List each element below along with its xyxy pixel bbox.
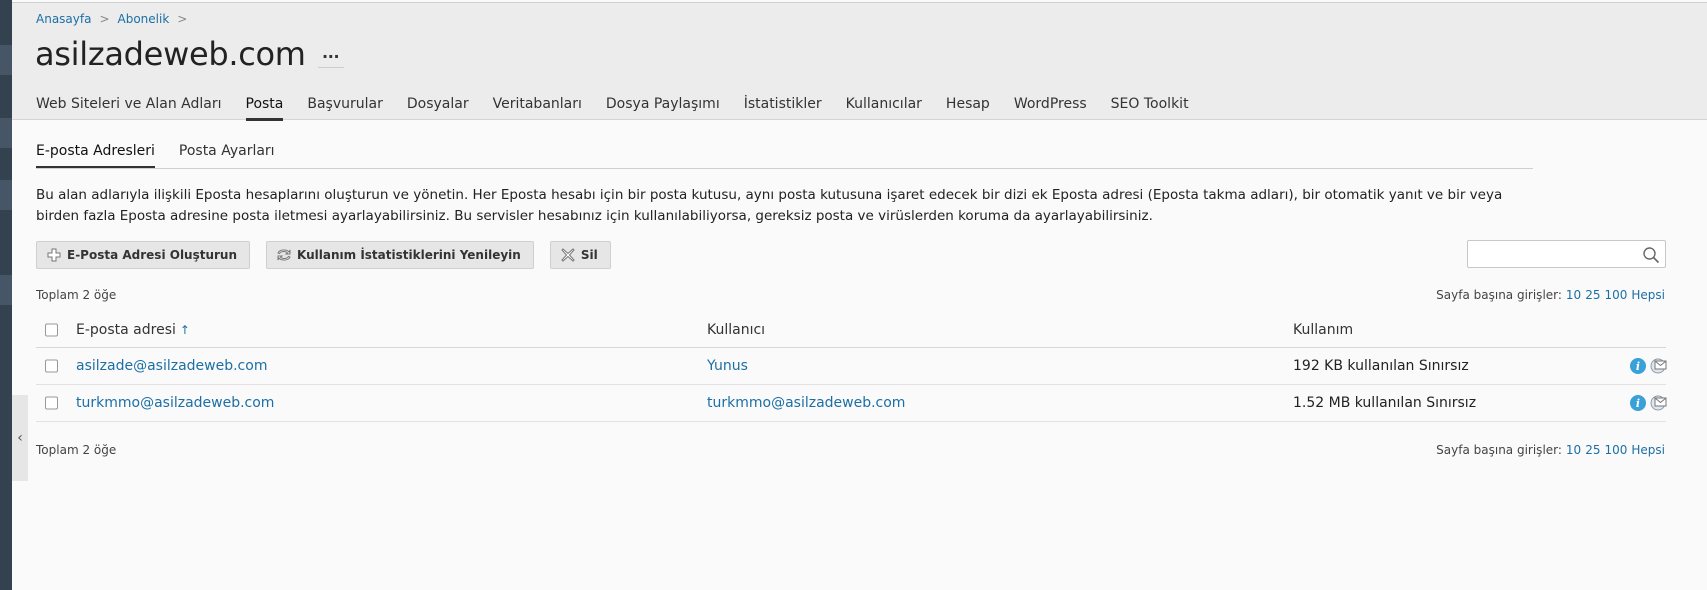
per-page-25[interactable]: 25 <box>1585 288 1600 302</box>
chevron-right-icon: > <box>99 12 110 26</box>
per-page-bottom: Sayfa başına girişler: 10 25 100 Hepsi <box>1436 443 1665 457</box>
rail-band <box>0 118 12 148</box>
left-rail <box>0 0 12 590</box>
per-page-label: Sayfa başına girişler: <box>1436 288 1562 302</box>
refresh-usage-button[interactable]: Kullanım İstatistiklerini Yenileyin <box>266 241 534 269</box>
table-header: E-posta adresi ↑ Kullanıcı Kullanım <box>36 313 1666 348</box>
page-title-text: asilzadeweb.com <box>35 35 306 73</box>
user-link[interactable]: turkmmo@asilzadeweb.com <box>707 395 905 411</box>
email-link[interactable]: turkmmo@asilzadeweb.com <box>76 395 274 411</box>
tab-mail[interactable]: Posta <box>245 96 284 121</box>
delete-x-icon <box>560 247 576 263</box>
total-items-top: Toplam 2 öğe <box>36 288 117 302</box>
tab-websites-domains[interactable]: Web Siteleri ve Alan Adları <box>36 96 222 121</box>
breadcrumb: Anasayfa > Abonelik > <box>36 12 187 26</box>
per-page-all[interactable]: Hepsi <box>1631 443 1665 457</box>
table-row: turkmmo@asilzadeweb.com turkmmo@asilzade… <box>36 385 1668 422</box>
info-icon[interactable]: i <box>1630 395 1646 411</box>
column-email[interactable]: E-posta adresi ↑ <box>76 322 190 338</box>
rail-band <box>0 180 12 210</box>
tab-applications[interactable]: Başvurular <box>307 96 383 121</box>
tab-users[interactable]: Kullanıcılar <box>846 96 922 121</box>
total-items-bottom: Toplam 2 öğe <box>36 443 117 457</box>
collapse-sidebar-button[interactable]: ‹ <box>12 395 28 481</box>
rail-band <box>0 275 12 305</box>
description-text: Bu alan adlarıyla ilişkili Eposta hesapl… <box>36 187 1503 224</box>
search-input[interactable] <box>1468 241 1633 267</box>
tab-email-addresses[interactable]: E-posta Adresleri <box>36 143 155 168</box>
column-usage[interactable]: Kullanım <box>1293 322 1353 338</box>
toolbar: E-Posta Adresi Oluşturun Kullanım İstati… <box>36 241 611 269</box>
delete-label: Sil <box>580 248 598 262</box>
table-row: asilzade@asilzadeweb.com Yunus 192 KB ku… <box>36 348 1668 385</box>
select-all-checkbox[interactable] <box>45 323 58 337</box>
row-checkbox[interactable] <box>45 396 58 410</box>
user-link[interactable]: Yunus <box>707 358 748 374</box>
chevron-left-icon: ‹ <box>17 430 23 446</box>
sort-arrow-icon: ↑ <box>179 323 190 337</box>
per-page-label: Sayfa başına girişler: <box>1436 443 1562 457</box>
sub-tabs: E-posta Adresleri Posta Ayarları <box>36 143 1533 169</box>
tab-statistics[interactable]: İstatistikler <box>744 96 822 121</box>
column-email-label: E-posta adresi <box>76 322 176 338</box>
delete-button[interactable]: Sil <box>549 241 611 269</box>
refresh-icon <box>276 247 292 263</box>
plus-icon <box>46 247 62 263</box>
breadcrumb-subscription[interactable]: Abonelik <box>118 12 170 26</box>
page-header: Anasayfa > Abonelik > asilzadeweb.com ··… <box>12 2 1707 121</box>
create-email-button[interactable]: E-Posta Adresi Oluşturun <box>36 241 251 269</box>
per-page-100[interactable]: 100 <box>1604 443 1627 457</box>
search-box <box>1467 240 1666 268</box>
tab-mail-settings[interactable]: Posta Ayarları <box>179 143 275 168</box>
per-page-100[interactable]: 100 <box>1604 288 1627 302</box>
tab-databases[interactable]: Veritabanları <box>493 96 582 121</box>
chevron-right-icon: > <box>177 12 188 26</box>
per-page-10[interactable]: 10 <box>1566 443 1581 457</box>
main-tabs: Web Siteleri ve Alan Adları Posta Başvur… <box>36 96 1213 121</box>
main-panel: Anasayfa > Abonelik > asilzadeweb.com ··… <box>12 0 1707 590</box>
search-icon[interactable] <box>1642 246 1660 264</box>
tab-account[interactable]: Hesap <box>946 96 990 121</box>
tab-files[interactable]: Dosyalar <box>407 96 469 121</box>
tab-seo-toolkit[interactable]: SEO Toolkit <box>1111 96 1189 121</box>
page-title: asilzadeweb.com ··· <box>35 35 344 73</box>
create-email-label: E-Posta Adresi Oluşturun <box>67 248 238 262</box>
per-page-25[interactable]: 25 <box>1585 443 1600 457</box>
email-table: E-posta adresi ↑ Kullanıcı Kullanım asilz… <box>36 313 1668 422</box>
rail-band <box>0 45 12 75</box>
usage-value: 1.52 MB kullanılan Sınırsız <box>1293 395 1477 411</box>
per-page-all[interactable]: Hepsi <box>1631 288 1665 302</box>
mailbox-icon[interactable] <box>1650 357 1668 375</box>
breadcrumb-home[interactable]: Anasayfa <box>36 12 91 26</box>
email-link[interactable]: asilzade@asilzadeweb.com <box>76 358 267 374</box>
refresh-usage-label: Kullanım İstatistiklerini Yenileyin <box>297 248 521 262</box>
info-icon[interactable]: i <box>1630 358 1646 374</box>
more-actions-button[interactable]: ··· <box>317 46 344 68</box>
column-user[interactable]: Kullanıcı <box>707 322 765 338</box>
tab-wordpress[interactable]: WordPress <box>1014 96 1087 121</box>
mailbox-icon[interactable] <box>1650 394 1668 412</box>
per-page-top: Sayfa başına girişler: 10 25 100 Hepsi <box>1436 288 1665 302</box>
usage-value: 192 KB kullanılan Sınırsız <box>1293 358 1469 374</box>
per-page-10[interactable]: 10 <box>1566 288 1581 302</box>
tab-file-sharing[interactable]: Dosya Paylaşımı <box>606 96 720 121</box>
row-checkbox[interactable] <box>45 359 58 373</box>
